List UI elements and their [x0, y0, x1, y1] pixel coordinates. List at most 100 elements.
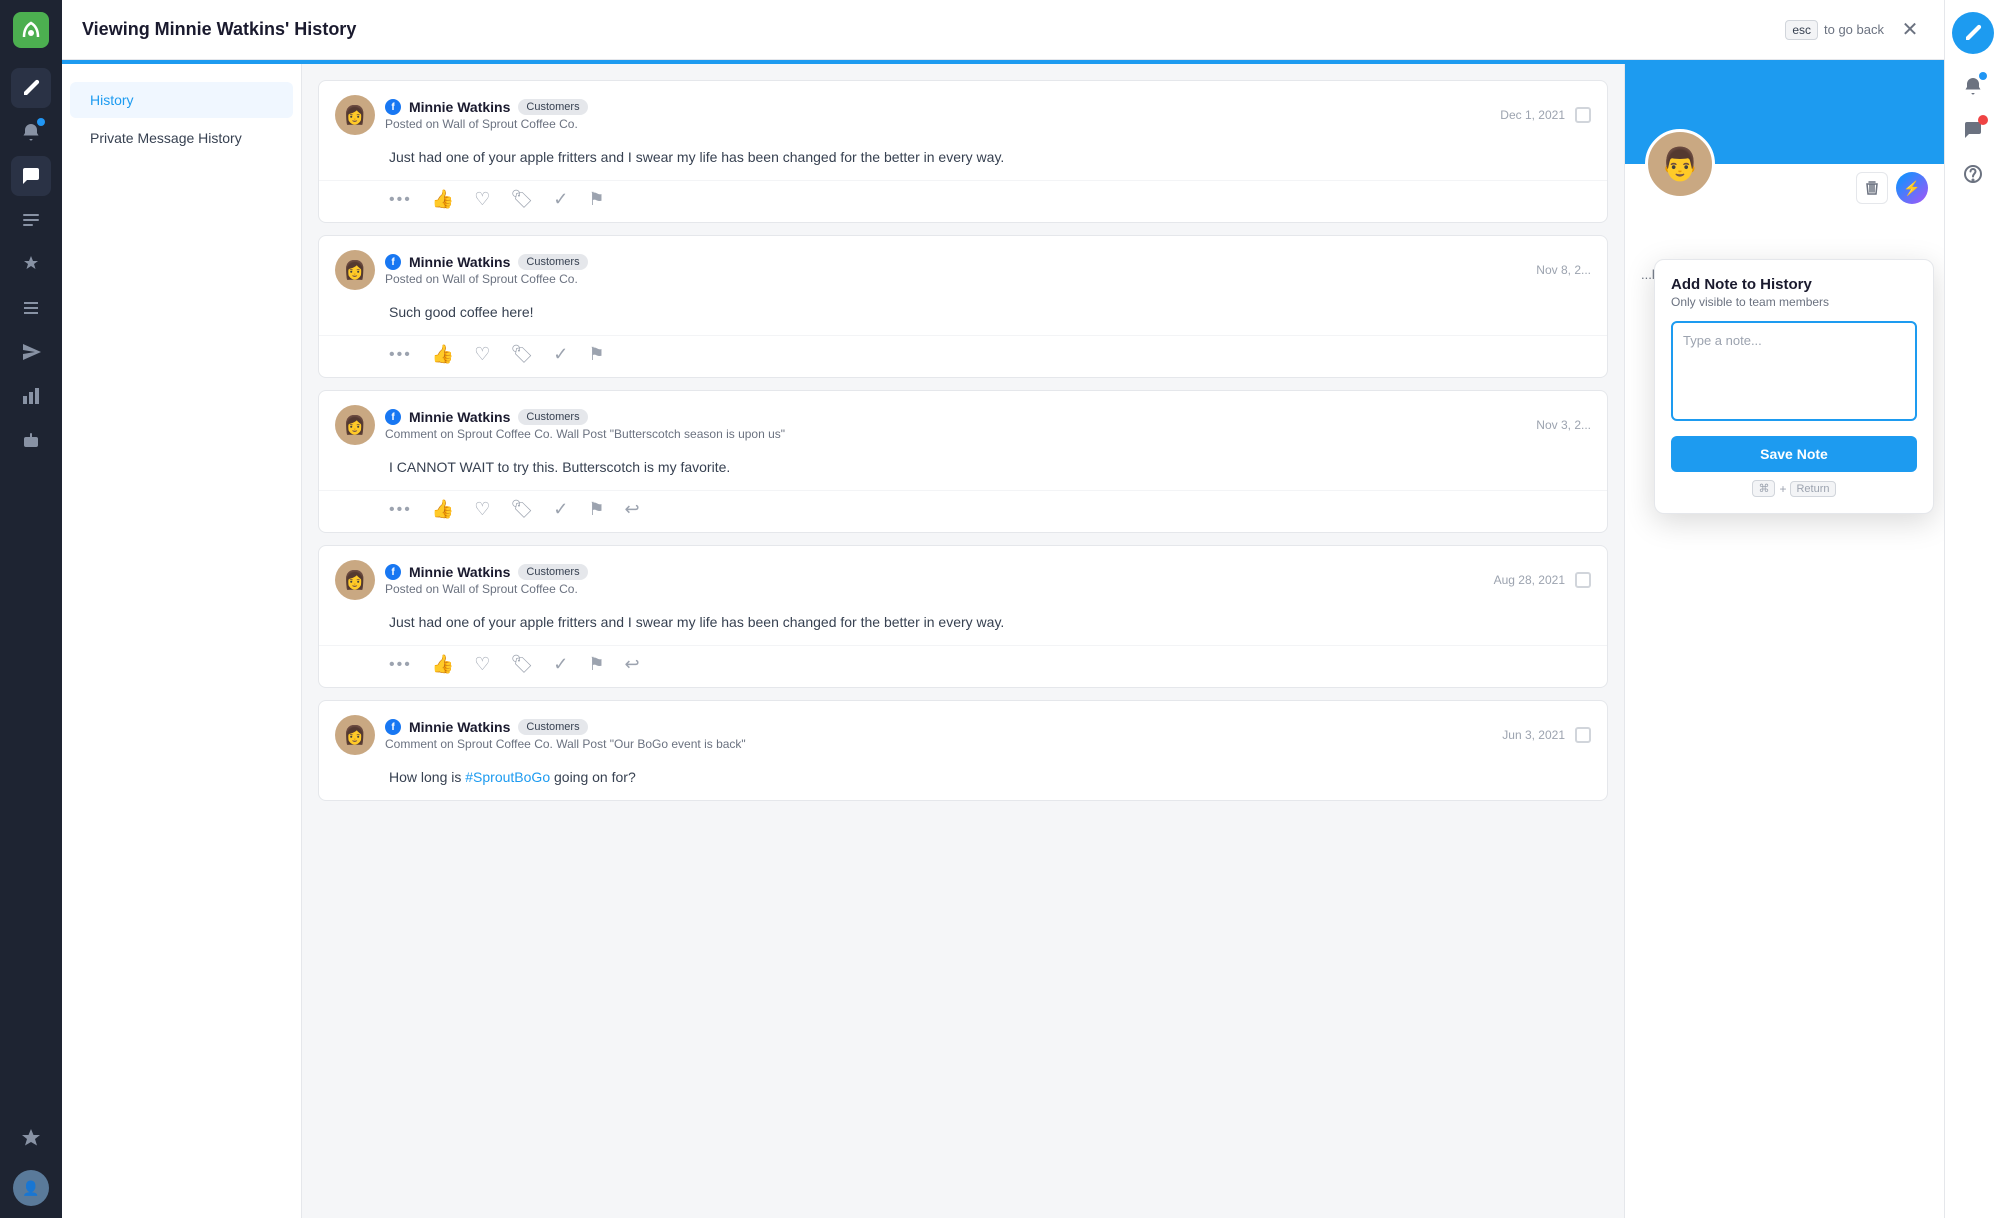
post-checkbox[interactable] — [1575, 727, 1591, 743]
post-source: Posted on Wall of Sprout Coffee Co. — [385, 117, 1490, 131]
like-icon[interactable]: 👍 — [432, 344, 454, 365]
post-meta: f Minnie Watkins Customers Comment on Sp… — [385, 409, 1526, 441]
more-actions-icon[interactable]: ••• — [389, 501, 412, 519]
task-nav-icon[interactable] — [11, 200, 51, 240]
messenger-icon[interactable]: ⚡ — [1896, 172, 1928, 204]
tag-icon[interactable]: 🏷 — [510, 654, 533, 675]
post-source: Comment on Sprout Coffee Co. Wall Post "… — [385, 737, 1492, 751]
avatar: 👩 — [335, 405, 375, 445]
more-actions-icon[interactable]: ••• — [389, 191, 412, 209]
heart-icon[interactable]: ♡ — [474, 654, 490, 675]
flag-icon[interactable]: ⚑ — [588, 499, 604, 520]
post-header: 👩 f Minnie Watkins Customers Posted on W… — [319, 546, 1607, 608]
facebook-icon: f — [385, 719, 401, 735]
post-source: Posted on Wall of Sprout Coffee Co. — [385, 272, 1526, 286]
notification-icon[interactable] — [1953, 66, 1993, 106]
page-title: Viewing Minnie Watkins' History — [82, 19, 1773, 40]
topbar: Viewing Minnie Watkins' History esc to g… — [62, 0, 1944, 60]
post-date: Aug 28, 2021 — [1494, 573, 1565, 587]
user-avatar[interactable]: 👤 — [13, 1170, 49, 1206]
heart-icon[interactable]: ♡ — [474, 499, 490, 520]
esc-hint: esc to go back — [1785, 20, 1884, 40]
post-header: 👩 f Minnie Watkins Customers Comment on … — [319, 701, 1607, 763]
post-date: Dec 1, 2021 — [1500, 108, 1565, 122]
post-checkbox[interactable] — [1575, 572, 1591, 588]
facebook-icon: f — [385, 564, 401, 580]
post-card: 👩 f Minnie Watkins Customers Posted on W… — [318, 80, 1608, 223]
post-body: Just had one of your apple fritters and … — [319, 608, 1607, 645]
post-body: Such good coffee here! — [319, 298, 1607, 335]
post-card: 👩 f Minnie Watkins Customers Posted on W… — [318, 235, 1608, 378]
star-nav-icon[interactable] — [11, 1118, 51, 1158]
popup-subtitle: Only visible to team members — [1671, 295, 1917, 309]
return-key: Return — [1790, 481, 1835, 497]
tag-icon[interactable]: 🏷 — [510, 189, 533, 210]
like-icon[interactable]: 👍 — [432, 189, 454, 210]
customers-badge: Customers — [518, 254, 587, 270]
post-card: 👩 f Minnie Watkins Customers Posted on W… — [318, 545, 1608, 688]
heart-icon[interactable]: ♡ — [474, 344, 490, 365]
post-author: Minnie Watkins — [409, 409, 510, 425]
content-area: History Private Message History 👩 f Minn… — [62, 64, 1944, 1218]
delete-profile-icon[interactable] — [1856, 172, 1888, 204]
more-actions-icon[interactable]: ••• — [389, 656, 412, 674]
post-header: 👩 f Minnie Watkins Customers Comment on … — [319, 391, 1607, 453]
notification-nav-icon[interactable] — [11, 112, 51, 152]
avatar: 👩 — [335, 250, 375, 290]
post-meta: f Minnie Watkins Customers Posted on Wal… — [385, 564, 1484, 596]
esc-hint-text: to go back — [1824, 22, 1884, 37]
nav-item-history[interactable]: History — [70, 82, 293, 118]
compose-nav-icon[interactable] — [11, 68, 51, 108]
reply-icon[interactable]: ↩ — [624, 654, 639, 675]
customers-badge: Customers — [518, 564, 587, 580]
chat-icon[interactable] — [1953, 110, 1993, 150]
save-note-button[interactable]: Save Note — [1671, 436, 1917, 472]
check-icon[interactable]: ✓ — [553, 499, 568, 520]
like-icon[interactable]: 👍 — [432, 654, 454, 675]
popup-title: Add Note to History — [1671, 276, 1917, 293]
shortcut-hint: ⌘ + Return — [1671, 480, 1917, 497]
cmd-key: ⌘ — [1752, 480, 1775, 497]
flag-icon[interactable]: ⚑ — [588, 654, 604, 675]
add-note-popup: Add Note to History Only visible to team… — [1654, 259, 1934, 514]
compose-button[interactable] — [1952, 12, 1994, 54]
post-date: Nov 8, 2... — [1536, 263, 1591, 277]
avatar: 👩 — [335, 715, 375, 755]
tag-icon[interactable]: 🏷 — [510, 344, 533, 365]
bot-nav-icon[interactable] — [11, 420, 51, 460]
plus-connector: + — [1779, 482, 1786, 496]
nav-item-private-message[interactable]: Private Message History — [70, 120, 293, 156]
flag-icon[interactable]: ⚑ — [588, 189, 604, 210]
check-icon[interactable]: ✓ — [553, 189, 568, 210]
post-date: Jun 3, 2021 — [1502, 728, 1565, 742]
more-actions-icon[interactable]: ••• — [389, 346, 412, 364]
facebook-icon: f — [385, 409, 401, 425]
post-meta: f Minnie Watkins Customers Comment on Sp… — [385, 719, 1492, 751]
flag-icon[interactable]: ⚑ — [588, 344, 604, 365]
left-sidebar: 👤 — [0, 0, 62, 1218]
profile-photo: 👨 — [1645, 129, 1715, 199]
check-icon[interactable]: ✓ — [553, 344, 568, 365]
close-button[interactable]: ✕ — [1896, 16, 1924, 44]
chart-nav-icon[interactable] — [11, 376, 51, 416]
list-nav-icon[interactable] — [11, 288, 51, 328]
app-logo[interactable] — [13, 12, 49, 48]
post-author: Minnie Watkins — [409, 254, 510, 270]
like-icon[interactable]: 👍 — [432, 499, 454, 520]
pin-nav-icon[interactable] — [11, 244, 51, 284]
note-textarea[interactable] — [1671, 321, 1917, 421]
check-icon[interactable]: ✓ — [553, 654, 568, 675]
post-checkbox[interactable] — [1575, 107, 1591, 123]
help-icon[interactable] — [1953, 154, 1993, 194]
avatar: 👩 — [335, 560, 375, 600]
post-meta: f Minnie Watkins Customers Posted on Wal… — [385, 99, 1490, 131]
reply-icon[interactable]: ↩ — [624, 499, 639, 520]
message-nav-icon[interactable] — [11, 156, 51, 196]
post-author: Minnie Watkins — [409, 719, 510, 735]
post-actions: ••• 👍 ♡ 🏷 ✓ ⚑ — [319, 335, 1607, 377]
feed-area: 👩 f Minnie Watkins Customers Posted on W… — [302, 64, 1624, 1218]
hashtag-link[interactable]: #SproutBoGo — [465, 769, 550, 785]
tag-icon[interactable]: 🏷 — [510, 499, 533, 520]
heart-icon[interactable]: ♡ — [474, 189, 490, 210]
send-nav-icon[interactable] — [11, 332, 51, 372]
